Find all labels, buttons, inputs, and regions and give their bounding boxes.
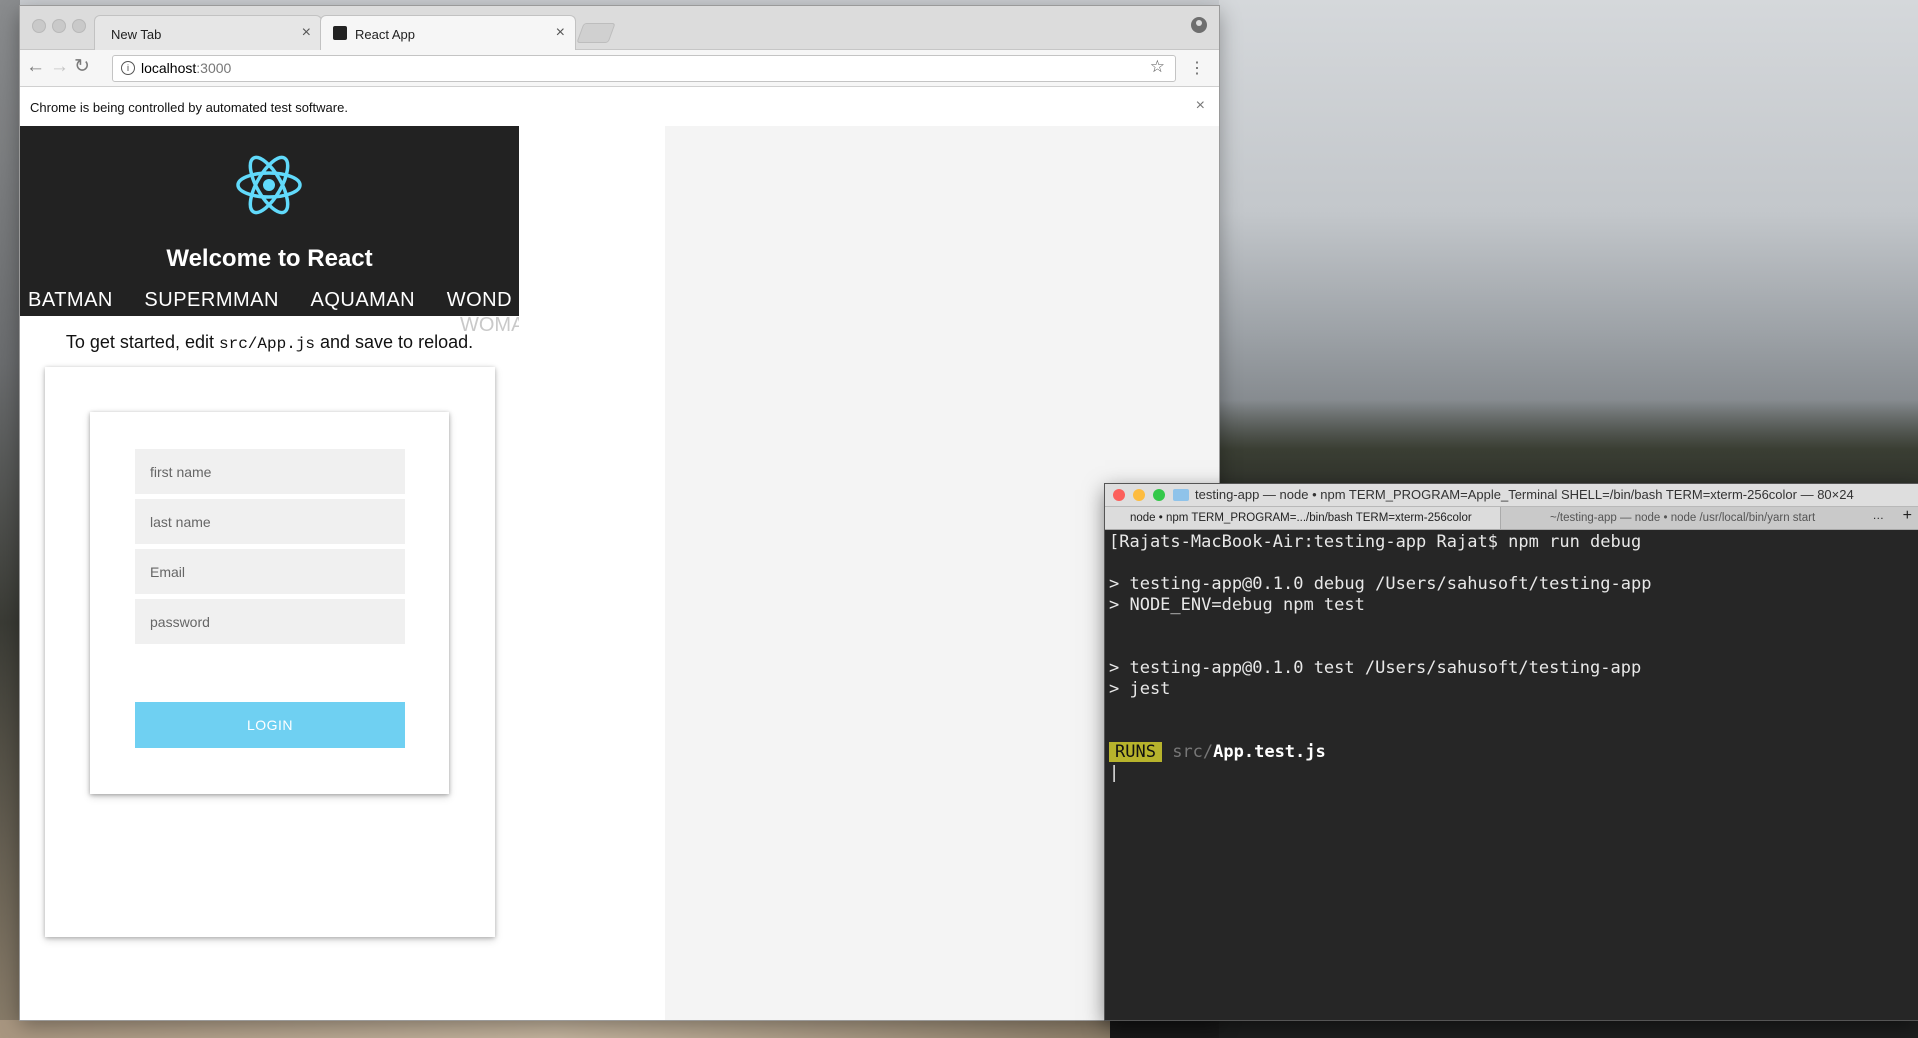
tab-new-tab[interactable]: New Tab × xyxy=(94,15,322,50)
new-tab-button[interactable] xyxy=(576,23,616,43)
desktop-wallpaper-left xyxy=(0,0,20,1038)
address-bar[interactable]: i localhost:3000 ☆ xyxy=(112,55,1176,82)
browser-menu-icon[interactable]: ⋮ xyxy=(1189,58,1205,78)
close-icon[interactable]: × xyxy=(1196,97,1205,115)
terminal-line: > NODE_ENV=debug npm test xyxy=(1109,595,1365,615)
intro-prefix: To get started, edit xyxy=(65,332,219,352)
hero-nav: BATMAN SUPERMMAN AQUAMAN WOND xyxy=(28,289,519,312)
profile-icon[interactable] xyxy=(1191,17,1207,33)
automation-infobar: Chrome is being controlled by automated … xyxy=(20,87,1219,127)
terminal-tab-npm[interactable]: node • npm TERM_PROGRAM=.../bin/bash TER… xyxy=(1105,507,1501,529)
last-name-input[interactable] xyxy=(135,499,405,544)
password-input[interactable] xyxy=(135,599,405,644)
terminal-runs-line: RUNS src/App.test.js xyxy=(1109,742,1918,763)
nav-item-batman[interactable]: BATMAN xyxy=(28,289,113,311)
infobar-message: Chrome is being controlled by automated … xyxy=(30,100,348,115)
close-window-button[interactable] xyxy=(1113,489,1125,501)
url-port: :3000 xyxy=(196,60,232,76)
first-name-input[interactable] xyxy=(135,449,405,494)
close-window-button[interactable] xyxy=(32,19,46,33)
nav-item-wonder-woman[interactable]: WOND xyxy=(447,289,512,311)
react-logo-icon xyxy=(236,155,302,215)
react-favicon-icon xyxy=(333,26,347,40)
terminal-line: [Rajats-MacBook-Air:testing-app Rajat$ n… xyxy=(1109,532,1642,552)
bookmark-star-icon[interactable]: ☆ xyxy=(1150,57,1165,77)
tab-react-app[interactable]: React App × xyxy=(320,15,576,50)
zoom-window-button[interactable] xyxy=(1153,489,1165,501)
browser-toolbar: ← → ↻ i localhost:3000 ☆ ⋮ xyxy=(20,50,1219,87)
terminal-cursor: | xyxy=(1109,763,1120,783)
terminal-tab-label: ~/testing-app — node • node /usr/local/b… xyxy=(1550,512,1816,524)
intro-code: src/App.js xyxy=(218,335,315,353)
browser-titlebar: New Tab × React App × xyxy=(20,6,1219,50)
back-arrow-icon[interactable]: ← xyxy=(26,57,45,77)
forward-arrow-icon[interactable]: → xyxy=(50,57,69,77)
tab-label: New Tab xyxy=(111,27,162,42)
runs-file: App.test.js xyxy=(1213,742,1326,762)
close-icon[interactable]: × xyxy=(556,24,565,42)
nav-item-superman[interactable]: SUPERMMAN xyxy=(144,289,279,311)
runs-badge: RUNS xyxy=(1109,742,1162,762)
app-header: Welcome to React BATMAN SUPERMMAN AQUAMA… xyxy=(20,126,519,316)
login-button[interactable]: LOGIN xyxy=(135,702,405,748)
terminal-titlebar: testing-app — node • npm TERM_PROGRAM=Ap… xyxy=(1105,484,1918,507)
more-tabs-icon[interactable]: … xyxy=(1873,510,1885,522)
url-host: localhost xyxy=(141,60,197,76)
runs-dir: src/ xyxy=(1172,742,1214,762)
intro-text: To get started, edit src/App.js and save… xyxy=(20,332,519,353)
login-form-card: LOGIN xyxy=(90,412,449,794)
terminal-window: testing-app — node • npm TERM_PROGRAM=Ap… xyxy=(1105,484,1918,1020)
terminal-tab-label: node • npm TERM_PROGRAM=.../bin/bash TER… xyxy=(1130,512,1472,524)
app-title: Welcome to React xyxy=(166,245,373,272)
url-text: localhost:3000 xyxy=(141,60,231,76)
terminal-output[interactable]: [Rajats-MacBook-Air:testing-app Rajat$ n… xyxy=(1109,532,1918,1020)
intro-suffix: and save to reload. xyxy=(315,332,474,352)
nav-item-aquaman[interactable]: AQUAMAN xyxy=(311,289,416,311)
terminal-line: > jest xyxy=(1109,679,1171,699)
browser-window: New Tab × React App × ← → ↻ i localhost:… xyxy=(20,6,1219,1020)
close-icon[interactable]: × xyxy=(302,24,311,42)
zoom-window-button[interactable] xyxy=(72,19,86,33)
terminal-title: testing-app — node • npm TERM_PROGRAM=Ap… xyxy=(1195,487,1854,502)
tab-label: React App xyxy=(355,27,415,42)
folder-icon xyxy=(1173,489,1189,501)
reload-icon[interactable]: ↻ xyxy=(74,57,90,77)
new-tab-icon[interactable]: + xyxy=(1903,507,1912,525)
terminal-tab-bar: node • npm TERM_PROGRAM=.../bin/bash TER… xyxy=(1105,507,1918,530)
desktop-wallpaper-bottom xyxy=(0,1020,1110,1038)
page-viewport: Welcome to React BATMAN SUPERMMAN AQUAMA… xyxy=(20,126,1219,1020)
terminal-line: > testing-app@0.1.0 test /Users/sahusoft… xyxy=(1109,658,1642,678)
email-input[interactable] xyxy=(135,549,405,594)
minimize-window-button[interactable] xyxy=(1133,489,1145,501)
terminal-line: > testing-app@0.1.0 debug /Users/sahusof… xyxy=(1109,574,1652,594)
info-icon[interactable]: i xyxy=(121,61,135,75)
minimize-window-button[interactable] xyxy=(52,19,66,33)
